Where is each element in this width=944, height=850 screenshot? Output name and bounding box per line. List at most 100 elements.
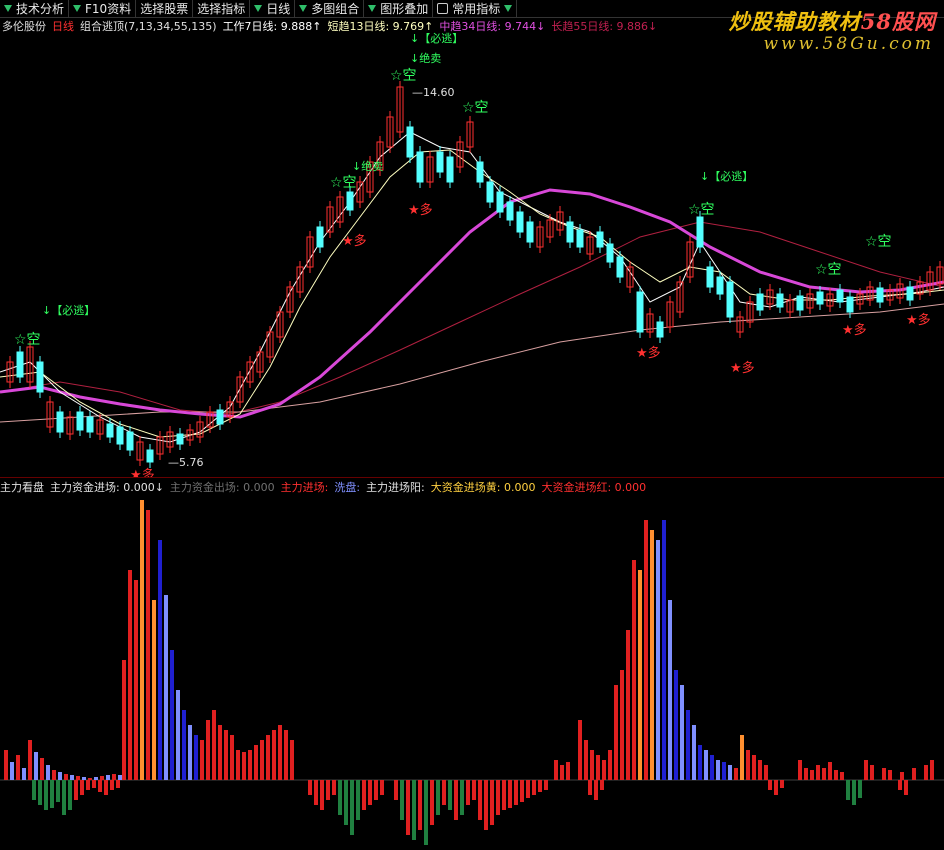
volume-bar-down xyxy=(80,780,84,795)
volume-bar-up xyxy=(686,710,690,780)
candle-body xyxy=(56,411,64,433)
volume-bar-up xyxy=(182,710,186,780)
volume-bar-down xyxy=(852,780,856,805)
volume-bar-down xyxy=(436,780,440,815)
volume-bar-down xyxy=(544,780,548,790)
volume-bar-up xyxy=(728,765,732,780)
period-label: 日线 xyxy=(52,20,74,33)
volume-bar-up xyxy=(882,768,886,780)
volume-bar-up xyxy=(22,768,26,780)
candle-body xyxy=(756,293,764,311)
sell-absolute-label: ↓绝卖 xyxy=(352,159,383,173)
volume-bar-down xyxy=(62,780,66,815)
volume-bar-up xyxy=(764,765,768,780)
price-chart[interactable]: —14.60 —5.76 ↓【必逃】 ↓【必逃】 ↓【必逃】 ↓绝卖 ↓绝卖 ☆空 ☆空 ☆空 ☆空… xyxy=(0,32,944,478)
candle-body xyxy=(16,351,24,378)
volume-bar-down xyxy=(98,780,102,792)
volume-bar-up xyxy=(554,760,558,780)
ma135-line xyxy=(0,303,944,423)
volume-bar-up xyxy=(266,735,270,780)
volume-bar-down xyxy=(412,780,416,840)
volume-bar-up xyxy=(704,750,708,780)
lock-icon xyxy=(437,3,449,14)
menu-select-indicator[interactable]: 选择指标 xyxy=(193,0,251,17)
volume-bar-down xyxy=(362,780,366,810)
watermark-title: 炒股辅助教材 xyxy=(728,9,861,34)
volume-bar-up xyxy=(668,600,672,780)
volume-bar-down xyxy=(344,780,348,825)
high-price-label: —14.60 xyxy=(412,86,455,99)
volume-bar-up xyxy=(224,730,228,780)
low-price-label: —5.76 xyxy=(168,456,204,469)
volume-bar-down xyxy=(460,780,464,815)
volume-bar-down xyxy=(400,780,404,820)
menu-label: 选择股票 xyxy=(140,2,189,16)
volume-bar-up xyxy=(52,770,56,780)
pane-separator xyxy=(0,477,944,478)
long-signal-label: ★多 xyxy=(408,202,433,218)
volume-bar-up xyxy=(58,772,62,780)
menu-label: 多图组合 xyxy=(311,2,360,16)
candle-body xyxy=(476,161,484,183)
candle-body xyxy=(906,286,914,301)
ma55-line xyxy=(0,221,944,415)
volume-bar-up xyxy=(888,770,892,780)
volume-bar-up xyxy=(662,520,666,780)
volume-bar-down xyxy=(454,780,458,820)
volume-bar-up xyxy=(758,760,762,780)
volume-bar-up xyxy=(188,725,192,780)
volume-bar-up xyxy=(82,777,86,780)
volume-bar-up xyxy=(272,730,276,780)
sell-must-label: ↓【必逃】 xyxy=(410,32,463,45)
short-signal-label: ☆空 xyxy=(390,68,417,84)
volume-bar-up xyxy=(230,735,234,780)
volume-bar-up xyxy=(674,670,678,780)
volume-bar-down xyxy=(768,780,772,790)
volume-bar-up xyxy=(122,660,126,780)
candle-body xyxy=(636,291,644,333)
candle-body xyxy=(596,231,604,248)
volume-bar-up xyxy=(596,755,600,780)
short-signal-label: ☆空 xyxy=(688,202,715,218)
volume-bar-down xyxy=(44,780,48,810)
candle-body xyxy=(696,216,704,248)
volume-bar-down xyxy=(368,780,372,805)
indicator-chart[interactable] xyxy=(0,494,944,850)
menu-multi-chart[interactable]: 多图组合 xyxy=(295,0,365,17)
menu-overlay[interactable]: 图形叠加 xyxy=(364,0,434,17)
volume-bar-up xyxy=(194,735,198,780)
volume-bar-up xyxy=(46,765,50,780)
menu-common-indicator[interactable]: 常用指标 xyxy=(433,0,518,17)
volume-bar-down xyxy=(538,780,542,792)
volume-bar-up xyxy=(816,765,820,780)
ma13-value: 短趋13日线: 9.769↑ xyxy=(327,20,434,33)
volume-bar-down xyxy=(116,780,120,788)
menu-tech-analysis[interactable]: 技术分析 xyxy=(0,0,70,17)
menu-f10[interactable]: F10资料 xyxy=(69,0,137,17)
menu-daily[interactable]: 日线 xyxy=(250,0,296,17)
short-signal-label: ☆空 xyxy=(865,234,892,250)
menu-select-stock[interactable]: 选择股票 xyxy=(136,0,194,17)
volume-bar-down xyxy=(424,780,428,845)
volume-bar-up xyxy=(100,776,104,780)
volume-bar-up xyxy=(94,777,98,780)
long-signal-label: ★多 xyxy=(342,233,367,249)
indicator-pane-name: 主力看盘 xyxy=(0,481,44,494)
sell-absolute-label: ↓绝卖 xyxy=(410,51,441,65)
volume-bar-up xyxy=(64,774,68,780)
volume-bar-down xyxy=(308,780,312,795)
volume-bar-up xyxy=(710,755,714,780)
candle-body xyxy=(656,321,664,338)
volume-bar-down xyxy=(502,780,506,810)
ma34-value: 中趋34日线: 9.744↓ xyxy=(439,20,546,33)
candle-body xyxy=(716,276,724,295)
volume-bar-up xyxy=(650,530,654,780)
menu-label: 技术分析 xyxy=(16,2,65,16)
volume-bar-up xyxy=(644,520,648,780)
volume-bar-down xyxy=(846,780,850,800)
volume-bar-down xyxy=(38,780,42,805)
volume-bar-down xyxy=(92,780,96,788)
volume-bar-up xyxy=(620,670,624,780)
volume-bar-up xyxy=(128,570,132,780)
candle-body xyxy=(406,126,414,158)
